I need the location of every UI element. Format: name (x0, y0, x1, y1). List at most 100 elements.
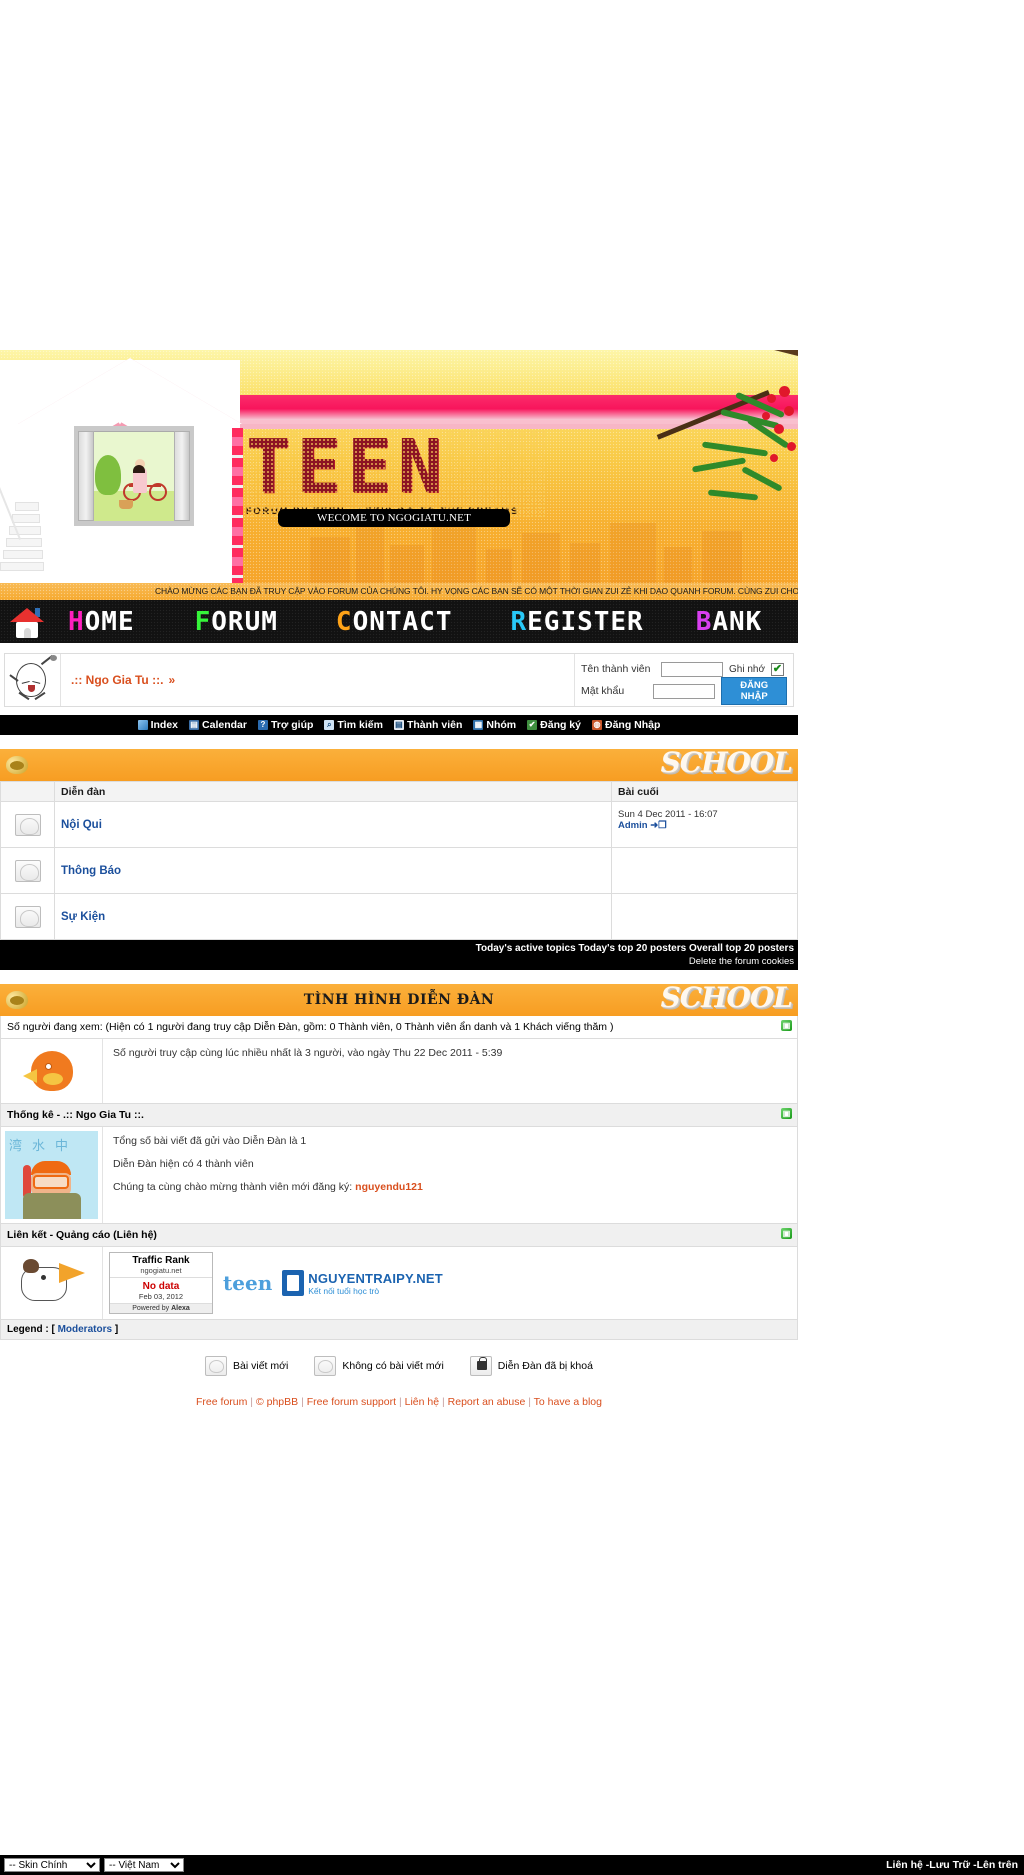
collapse-links-button[interactable]: ▣ (781, 1228, 792, 1239)
newest-member-prefix: Chúng ta cùng chào mừng thành viên mới đ… (113, 1181, 353, 1193)
page-title[interactable]: .:: Ngo Gia Tu ::. (71, 673, 163, 687)
locked-forum-icon (469, 1356, 492, 1376)
legend-moderators-link[interactable]: Moderators (58, 1324, 112, 1335)
subnav-item-login[interactable]: ◍ Đăng Nhập (592, 719, 660, 731)
lastpost-cell (611, 847, 798, 894)
subnav-item-calendar[interactable]: ▤ Calendar (189, 719, 247, 731)
subnav-item-members[interactable]: ▤ Thành viên (393, 719, 462, 731)
forum-link[interactable]: Nội Qui (61, 819, 102, 831)
userbar: .:: Ngo Gia Tu ::. » Tên thành viên Ghi … (4, 653, 794, 707)
footer-link-have-a-blog[interactable]: To have a blog (534, 1396, 602, 1408)
subnav-item-groups[interactable]: ▦ Nhóm (473, 719, 516, 731)
record-line: Số người truy cập cùng lúc nhiều nhất là… (113, 1047, 503, 1059)
alexa-traffic-rank-widget[interactable]: Traffic Rank ngogiatu.net No data Feb 03… (109, 1252, 213, 1314)
alexa-title: Traffic Rank (132, 1255, 190, 1266)
main-navigation: HOME FORUM CONTACT REGISTER BANK (0, 600, 798, 643)
legend-bracket-open: [ (51, 1324, 55, 1335)
userbar-avatar-cell (5, 654, 61, 706)
footer-link-report-abuse[interactable]: Report an abuse (448, 1396, 526, 1408)
nav-item-forum[interactable]: FORUM (195, 607, 278, 637)
house-stairs (0, 470, 60, 583)
groups-icon: ▦ (473, 720, 484, 730)
nav-item-home[interactable]: HOME (68, 607, 135, 637)
bottom-bar-links[interactable]: Liên hệ -Lưu Trữ -Lên trên (886, 1859, 1024, 1871)
forum-category-block: SCHOOL Diễn đàn Bài cuối Nội Qui Sun 4 D… (0, 749, 798, 970)
calendar-icon: ▤ (189, 720, 200, 730)
footer-link-contact[interactable]: Liên hệ (405, 1396, 439, 1408)
links-header-text: Liên kết - Quảng cáo (Liên hệ) (7, 1229, 157, 1241)
members-icon: ▤ (393, 720, 404, 730)
diver-mascot-icon: 湾水中 (5, 1131, 98, 1219)
col-lastpost: Bài cuối (611, 781, 798, 802)
forum-folder-icon[interactable] (0, 801, 55, 848)
skin-select[interactable]: -- Skin Chính (4, 1858, 100, 1872)
house-icon[interactable] (4, 604, 50, 640)
copyright-glyph: © (255, 1396, 264, 1408)
forum-link[interactable]: Thông Báo (61, 865, 121, 877)
subnav-item-register[interactable]: ✔ Đăng ký (527, 719, 581, 731)
lastpost-cell: Sun 4 Dec 2011 - 16:07 Admin ➜❐ (611, 801, 798, 848)
subnav-item-help[interactable]: ? Trợ giúp (257, 719, 313, 731)
pink-pixel-strip (232, 428, 243, 583)
forum-table: Diễn đàn Bài cuối Nội Qui Sun 4 Dec 2011… (0, 781, 798, 940)
password-input[interactable] (653, 683, 716, 699)
new-posts-folder-icon (205, 1356, 228, 1376)
forum-folder-icon[interactable] (0, 893, 55, 940)
remember-checkbox[interactable]: ✔ (771, 662, 785, 676)
site-banner: TEEN FORUM BY TEEN - LET'S GO TO THE DRE… (0, 350, 798, 583)
footer-quicklinks[interactable]: Today's active topics Today's top 20 pos… (4, 942, 794, 955)
lastpost-author[interactable]: Admin (618, 820, 648, 831)
index-icon (137, 720, 148, 730)
legend-no-new-posts-label: Không có bài viết mới (342, 1360, 444, 1372)
footer-link-phpbb[interactable]: phpBB (267, 1396, 299, 1408)
forum-table-footer: Today's active topics Today's top 20 pos… (0, 940, 798, 970)
egg-mascot-avatar (8, 654, 57, 703)
ad-banners-cell: Traffic Rank ngogiatu.net No data Feb 03… (103, 1247, 797, 1319)
forum-link[interactable]: Sự Kiện (61, 911, 105, 923)
record-body: Số người truy cập cùng lúc nhiều nhất là… (0, 1039, 798, 1104)
book-icon (282, 1270, 305, 1296)
username-input[interactable] (661, 661, 723, 677)
newest-member-link[interactable]: nguyendu121 (355, 1181, 423, 1193)
partner-banner[interactable]: NGUYENTRAIPY.NET Kết nối tuổi học trò (282, 1270, 443, 1296)
collapse-statistics-button[interactable]: ▣ (781, 1108, 792, 1119)
teen-ad-logo[interactable]: teen (223, 1271, 272, 1295)
bottom-bar: -- Skin Chính -- Việt Nam Liên hệ -Lưu T… (0, 1855, 1024, 1875)
legend-icon-row: Bài viết mới Không có bài viết mới Diễn … (0, 1340, 798, 1390)
record-text-cell: Số người truy cập cùng lúc nhiều nhất là… (103, 1039, 797, 1103)
table-row: Sự Kiện (0, 893, 798, 940)
footer-delete-cookies[interactable]: Delete the forum cookies (4, 955, 794, 968)
nav-item-contact[interactable]: CONTACT (336, 607, 453, 637)
footer-link-free-forum[interactable]: Free forum (196, 1396, 247, 1408)
legend-prefix: Legend : (7, 1324, 49, 1335)
legend-new-posts: Bài viết mới (205, 1356, 288, 1376)
register-icon: ✔ (527, 720, 538, 730)
lastpost-jump-icon[interactable]: ➜❐ (650, 820, 666, 831)
footer-link-support[interactable]: Free forum support (307, 1396, 396, 1408)
marquee-text: CHÀO MỪNG CÁC BẠN ĐÃ TRUY CẬP VÀO FORUM … (155, 586, 798, 596)
advertising-row: Traffic Rank ngogiatu.net No data Feb 03… (0, 1247, 798, 1320)
table-row: Thông Báo (0, 847, 798, 894)
subnav-item-index[interactable]: Index (137, 719, 178, 731)
nav-item-bank[interactable]: BANK (696, 607, 763, 637)
remember-label: Ghi nhớ (729, 663, 766, 675)
alexa-domain: ngogiatu.net (110, 1266, 212, 1278)
forum-folder-icon[interactable] (0, 847, 55, 894)
flame-tree-branch (588, 350, 798, 550)
page-root: TEEN FORUM BY TEEN - LET'S GO TO THE DRE… (0, 0, 1024, 1855)
language-select[interactable]: -- Việt Nam (104, 1858, 184, 1872)
collapse-viewing-button[interactable]: ▣ (781, 1020, 792, 1031)
megaphone-dog-icon (15, 1253, 89, 1313)
statistics-icon-cell: 湾水中 (1, 1127, 103, 1223)
legend-no-new-posts: Không có bài viết mới (314, 1356, 444, 1376)
forum-category-title (0, 749, 798, 781)
login-button[interactable]: ĐĂNG NHẬP (721, 677, 787, 705)
stats-title: TÌNH HÌNH DIỄN ĐÀN (303, 992, 495, 1008)
lastpost-date: Sun 4 Dec 2011 - 16:07 (618, 809, 718, 820)
subnav-item-search[interactable]: ⌕ Tìm kiếm (324, 719, 383, 731)
bottom-links-text[interactable]: Liên hệ -Lưu Trữ -Lên trên (886, 1859, 1018, 1871)
nav-item-register[interactable]: REGISTER (510, 607, 643, 637)
alexa-date: Feb 03, 2012 (138, 1292, 184, 1301)
legend-locked-label: Diễn Đàn đã bị khoá (497, 1360, 593, 1372)
alexa-powered: Powered by Alexa (110, 1303, 212, 1313)
